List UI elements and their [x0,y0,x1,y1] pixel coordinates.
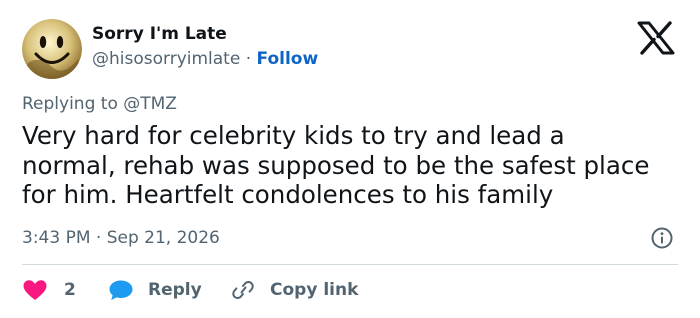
x-logo-icon[interactable] [637,21,675,55]
handle-separator: · [245,49,252,69]
reply-button[interactable]: Reply [108,279,202,301]
reply-label: Reply [148,280,202,300]
tweet-text: Very hard for celebrity kids to try and … [22,121,650,209]
author-name[interactable]: Sorry I'm Late [92,24,227,44]
chat-bubble-icon [109,280,133,300]
heart-icon [23,280,47,300]
smiley-face-icon [22,19,82,79]
replying-to-label: Replying to [22,94,118,114]
action-bar: 2 Reply Copy link [22,279,682,301]
reply-mention-link[interactable]: @TMZ [123,94,177,114]
copy-link-button[interactable]: Copy link [230,279,358,301]
info-icon[interactable] [650,226,674,250]
avatar[interactable] [22,19,82,79]
author-handle[interactable]: @hisosorryimlate [92,49,240,69]
copy-link-label: Copy link [270,280,359,300]
like-count: 2 [64,280,76,300]
replying-to: Replying to @TMZ [22,94,177,114]
author-handle-line: @hisosorryimlate · Follow [92,49,318,69]
follow-button[interactable]: Follow [257,49,319,69]
like-button[interactable]: 2 [22,279,76,301]
link-icon [232,281,254,299]
tweet-timestamp[interactable]: 3:43 PM · Sep 21, 2026 [22,228,220,248]
divider [22,264,678,265]
